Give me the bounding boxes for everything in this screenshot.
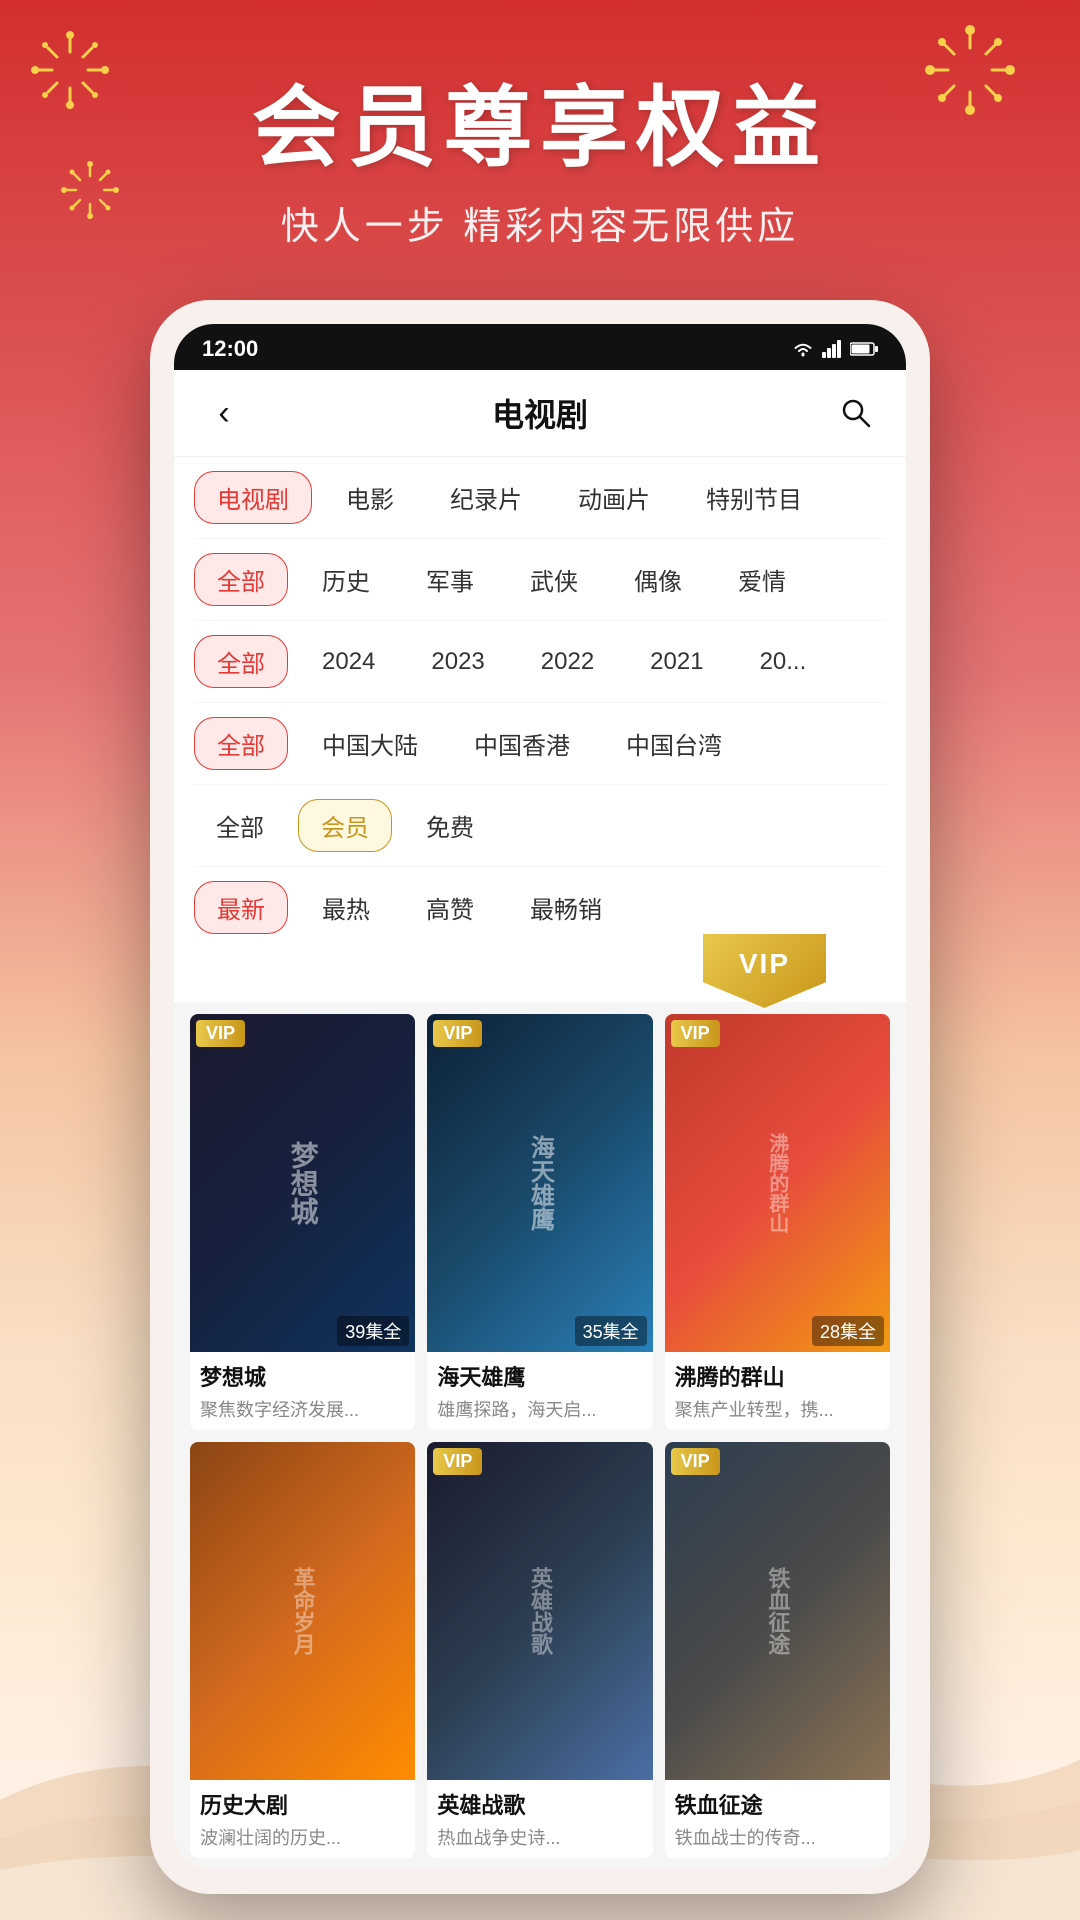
filter-chip-vip[interactable]: 会员	[298, 799, 392, 852]
filter-row-year: 全部 2024 2023 2022 2021 20...	[194, 621, 886, 703]
hero-subtitle: 快人一步 精彩内容无限供应	[0, 195, 1080, 250]
filter-chip-more-years[interactable]: 20...	[738, 640, 829, 684]
nav-bar: ‹ 电视剧	[174, 370, 906, 457]
wifi-icon	[792, 340, 814, 358]
content-card-3[interactable]: 沸腾的群山 VIP 28集全 沸腾的群山 聚焦产业转型，携...	[665, 1014, 890, 1430]
filter-chip-romance[interactable]: 爱情	[716, 554, 808, 605]
card-title-1: 梦想城	[200, 1360, 405, 1392]
filter-chip-free[interactable]: 免费	[404, 800, 496, 851]
phone-inner: 12:00	[174, 324, 906, 1870]
content-card-6[interactable]: 铁血征途 VIP 铁血征途 铁血战士的传奇...	[665, 1442, 890, 1858]
signal-icon	[822, 340, 842, 358]
back-button[interactable]: ‹	[202, 391, 246, 435]
filter-chip-idol[interactable]: 偶像	[612, 554, 704, 605]
hero-title: 会员尊享权益	[0, 80, 1080, 177]
filter-chip-taiwan[interactable]: 中国台湾	[604, 718, 744, 769]
filter-chip-bestseller[interactable]: 最畅销	[508, 882, 624, 933]
card-desc-5: 热血战争史诗...	[437, 1824, 642, 1850]
vip-ribbon: VIP	[703, 934, 826, 1008]
filter-chip-tvdrama[interactable]: 电视剧	[194, 471, 312, 524]
card-title-4: 历史大剧	[200, 1788, 405, 1820]
content-card-4[interactable]: 革命岁月 历史大剧 波澜壮阔的历史...	[190, 1442, 415, 1858]
status-time: 12:00	[202, 336, 258, 362]
search-button[interactable]	[834, 391, 878, 435]
status-bar: 12:00	[174, 324, 906, 370]
episode-count-3: 28集全	[812, 1316, 884, 1346]
filter-chip-2023[interactable]: 2023	[409, 640, 506, 684]
content-card-1[interactable]: 梦想城 VIP 39集全 梦想城 聚焦数字经济发展...	[190, 1014, 415, 1430]
filter-chip-documentary[interactable]: 纪录片	[428, 472, 544, 523]
card-thumb-4: 革命岁月	[190, 1442, 415, 1780]
filter-chip-all-region[interactable]: 全部	[194, 717, 288, 770]
filter-row-region: 全部 中国大陆 中国香港 中国台湾	[194, 703, 886, 785]
card-thumb-5: 英雄战歌 VIP	[427, 1442, 652, 1780]
phone-mockup: 12:00	[150, 300, 930, 1894]
episode-count-1: 39集全	[337, 1316, 409, 1346]
filter-chip-mainland[interactable]: 中国大陆	[300, 718, 440, 769]
filter-chip-all-genre[interactable]: 全部	[194, 553, 288, 606]
card-thumb-2: 海天雄鹰 VIP 35集全	[427, 1014, 652, 1352]
status-icons	[792, 340, 878, 358]
card-info-4: 历史大剧 波澜壮阔的历史...	[190, 1780, 415, 1858]
filter-row-access: 全部 会员 免费	[194, 785, 886, 867]
card-info-3: 沸腾的群山 聚焦产业转型，携...	[665, 1352, 890, 1430]
filter-chip-military[interactable]: 军事	[404, 554, 496, 605]
card-info-5: 英雄战歌 热血战争史诗...	[427, 1780, 652, 1858]
content-grid: 梦想城 VIP 39集全 梦想城 聚焦数字经济发展... 海天雄鹰 VIP	[174, 1002, 906, 1870]
filter-chip-animation[interactable]: 动画片	[556, 472, 672, 523]
card-desc-3: 聚焦产业转型，携...	[675, 1396, 880, 1422]
card-desc-6: 铁血战士的传奇...	[675, 1824, 880, 1850]
card-desc-1: 聚焦数字经济发展...	[200, 1396, 405, 1422]
filter-chip-newest[interactable]: 最新	[194, 881, 288, 934]
card-thumb-6: 铁血征途 VIP	[665, 1442, 890, 1780]
vip-ribbon-container: VIP	[174, 942, 906, 1002]
card-info-1: 梦想城 聚焦数字经济发展...	[190, 1352, 415, 1430]
card-title-2: 海天雄鹰	[437, 1360, 642, 1392]
filter-chip-top-rated[interactable]: 高赞	[404, 882, 496, 933]
card-desc-4: 波澜壮阔的历史...	[200, 1824, 405, 1850]
filter-chip-wuxia[interactable]: 武侠	[508, 554, 600, 605]
filter-chip-hottest[interactable]: 最热	[300, 882, 392, 933]
filter-chip-2024[interactable]: 2024	[300, 640, 397, 684]
vip-badge-2: VIP	[433, 1020, 482, 1047]
card-title-3: 沸腾的群山	[675, 1360, 880, 1392]
filter-chip-movie[interactable]: 电影	[324, 472, 416, 523]
vip-badge-6: VIP	[671, 1448, 720, 1475]
search-icon	[840, 397, 872, 429]
filter-chip-all-access[interactable]: 全部	[194, 800, 286, 851]
filter-chip-special[interactable]: 特别节目	[684, 472, 824, 523]
filter-chip-hongkong[interactable]: 中国香港	[452, 718, 592, 769]
filter-chip-all-year[interactable]: 全部	[194, 635, 288, 688]
card-thumb-3: 沸腾的群山 VIP 28集全	[665, 1014, 890, 1352]
filter-chip-2021[interactable]: 2021	[628, 640, 725, 684]
filter-section: 电视剧 电影 纪录片 动画片 特别节目 全部 历史 军事 武侠 偶像 爱情 全部…	[174, 457, 906, 942]
filter-chip-2022[interactable]: 2022	[519, 640, 616, 684]
filter-row-type: 电视剧 电影 纪录片 动画片 特别节目	[194, 457, 886, 539]
content-card-5[interactable]: 英雄战歌 VIP 英雄战歌 热血战争史诗...	[427, 1442, 652, 1858]
card-info-2: 海天雄鹰 雄鹰探路，海天启...	[427, 1352, 652, 1430]
card-desc-2: 雄鹰探路，海天启...	[437, 1396, 642, 1422]
vip-badge-1: VIP	[196, 1020, 245, 1047]
card-title-5: 英雄战歌	[437, 1788, 642, 1820]
card-info-6: 铁血征途 铁血战士的传奇...	[665, 1780, 890, 1858]
nav-title: 电视剧	[492, 390, 588, 436]
card-thumb-1: 梦想城 VIP 39集全	[190, 1014, 415, 1352]
filter-row-genre: 全部 历史 军事 武侠 偶像 爱情	[194, 539, 886, 621]
battery-icon	[850, 341, 878, 357]
vip-badge-5: VIP	[433, 1448, 482, 1475]
content-card-2[interactable]: 海天雄鹰 VIP 35集全 海天雄鹰 雄鹰探路，海天启...	[427, 1014, 652, 1430]
episode-count-2: 35集全	[575, 1316, 647, 1346]
hero-section: 会员尊享权益 快人一步 精彩内容无限供应	[0, 80, 1080, 250]
filter-chip-history[interactable]: 历史	[300, 554, 392, 605]
filter-row-sort: 最新 最热 高赞 最畅销	[194, 867, 886, 942]
card-title-6: 铁血征途	[675, 1788, 880, 1820]
vip-badge-3: VIP	[671, 1020, 720, 1047]
